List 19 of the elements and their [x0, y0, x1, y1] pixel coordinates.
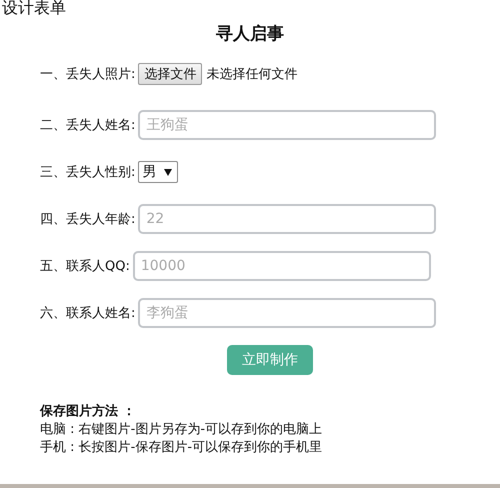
choose-file-button[interactable]: 选择文件 — [138, 63, 202, 85]
input-field[interactable]: 李狗蛋 — [138, 298, 436, 328]
file-status: 未选择任何文件 — [206, 66, 298, 83]
field-label: 四、丢失人年龄: — [40, 211, 136, 228]
page-title: 设计表单 — [1, 0, 66, 16]
gender-dropdown[interactable]: 男 — [138, 161, 178, 183]
help-line: 电脑 : 右键图片-图片另存为-可以存到你的电脑上 — [40, 421, 322, 439]
field-label: 一、丢失人照片: — [40, 66, 136, 83]
help-line: 手机 : 长按图片-保存图片-可以保存到你的手机里 — [40, 439, 322, 457]
dropdown-arrow-icon — [164, 168, 172, 176]
field-label: 六、联系人姓名: — [40, 305, 136, 322]
field-label: 五、联系人QQ: — [40, 258, 130, 275]
field-label: 三、丢失人性别: — [40, 164, 136, 181]
input-field[interactable]: 22 — [138, 204, 436, 234]
field-label: 二、丢失人姓名: — [40, 117, 136, 134]
input-field[interactable]: 10000 — [132, 251, 431, 281]
form-heading: 寻人启事 — [216, 23, 284, 45]
help-title: 保存图片方法 ： — [40, 403, 136, 421]
input-field[interactable]: 王狗蛋 — [138, 110, 436, 140]
